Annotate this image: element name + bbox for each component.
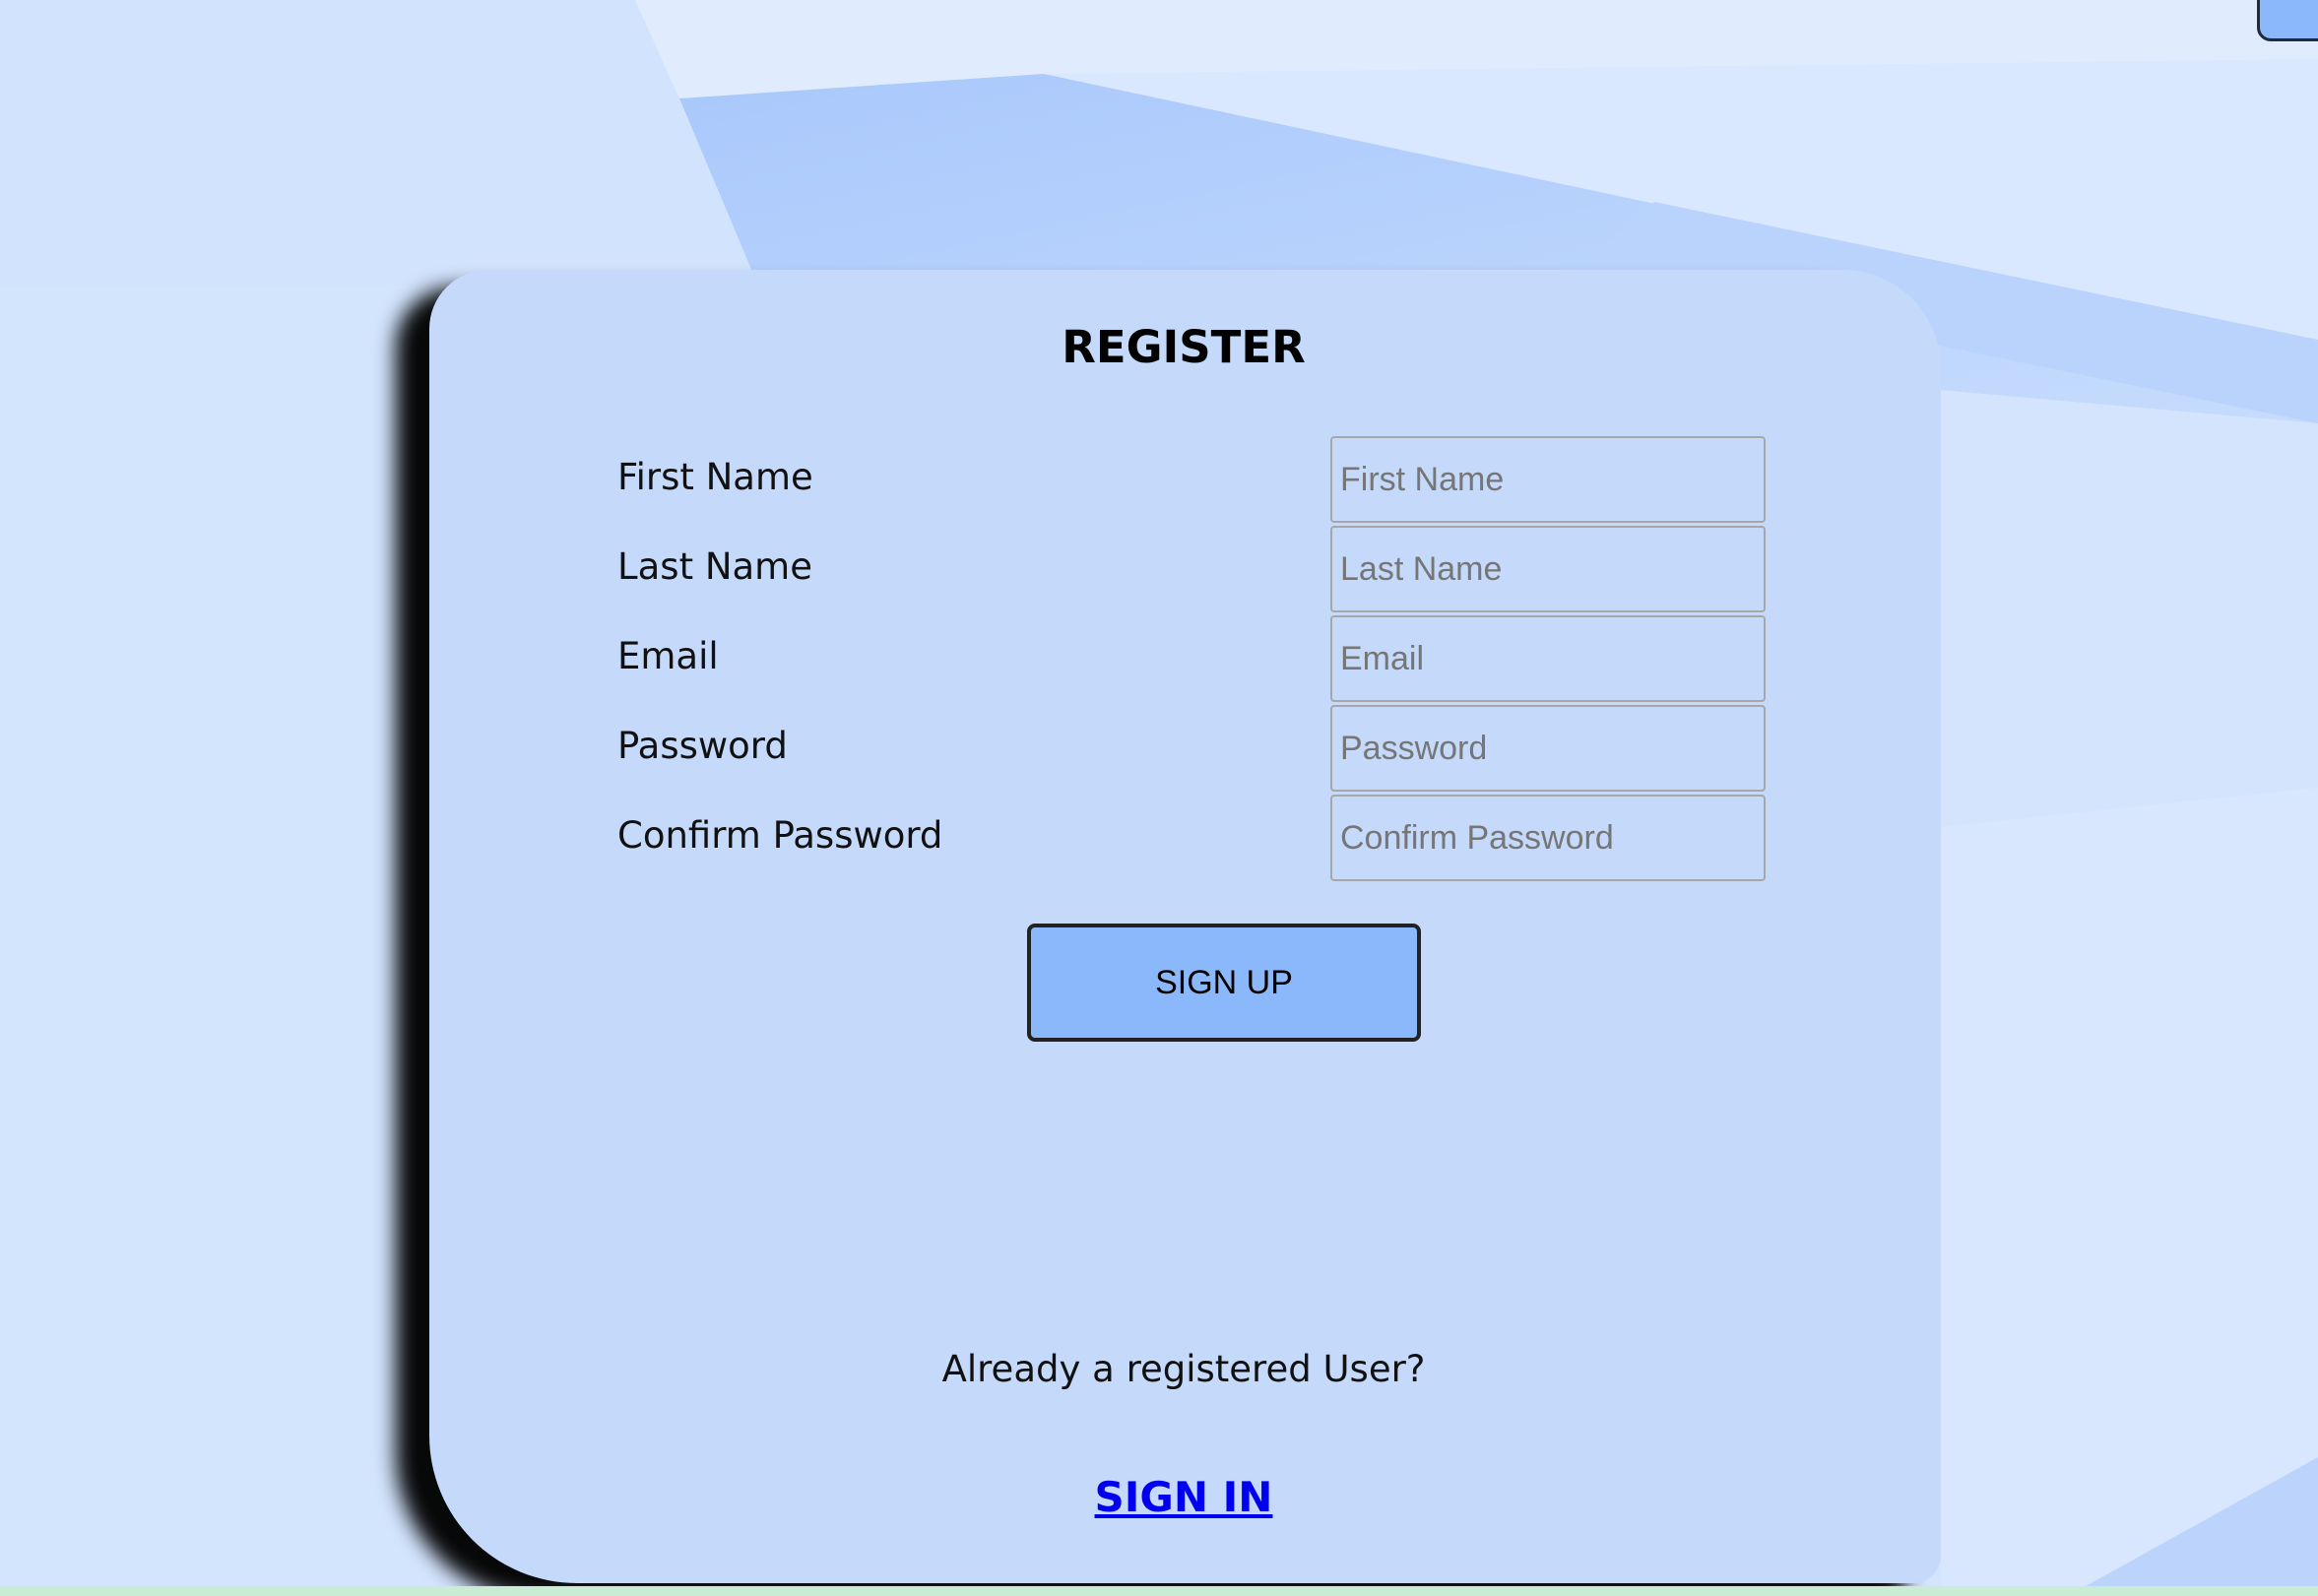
first-name-field[interactable] xyxy=(1330,436,1766,523)
bottom-strip xyxy=(0,1586,2318,1596)
already-registered-text: Already a registered User? xyxy=(941,1348,1426,1390)
password-field[interactable] xyxy=(1330,705,1766,792)
register-title: REGISTER xyxy=(1062,321,1306,373)
corner-button[interactable] xyxy=(2257,0,2318,41)
first-name-label: First Name xyxy=(617,456,813,498)
confirm-password-label: Confirm Password xyxy=(617,814,943,857)
last-name-label: Last Name xyxy=(617,545,812,588)
email-field[interactable] xyxy=(1330,615,1766,702)
sign-in-link[interactable]: SIGN IN xyxy=(0,1477,2318,1518)
email-label: Email xyxy=(617,635,719,677)
sign-up-button[interactable]: SIGN UP xyxy=(1027,924,1421,1042)
last-name-field[interactable] xyxy=(1330,526,1766,612)
password-label: Password xyxy=(617,725,788,767)
confirm-password-field[interactable] xyxy=(1330,795,1766,881)
